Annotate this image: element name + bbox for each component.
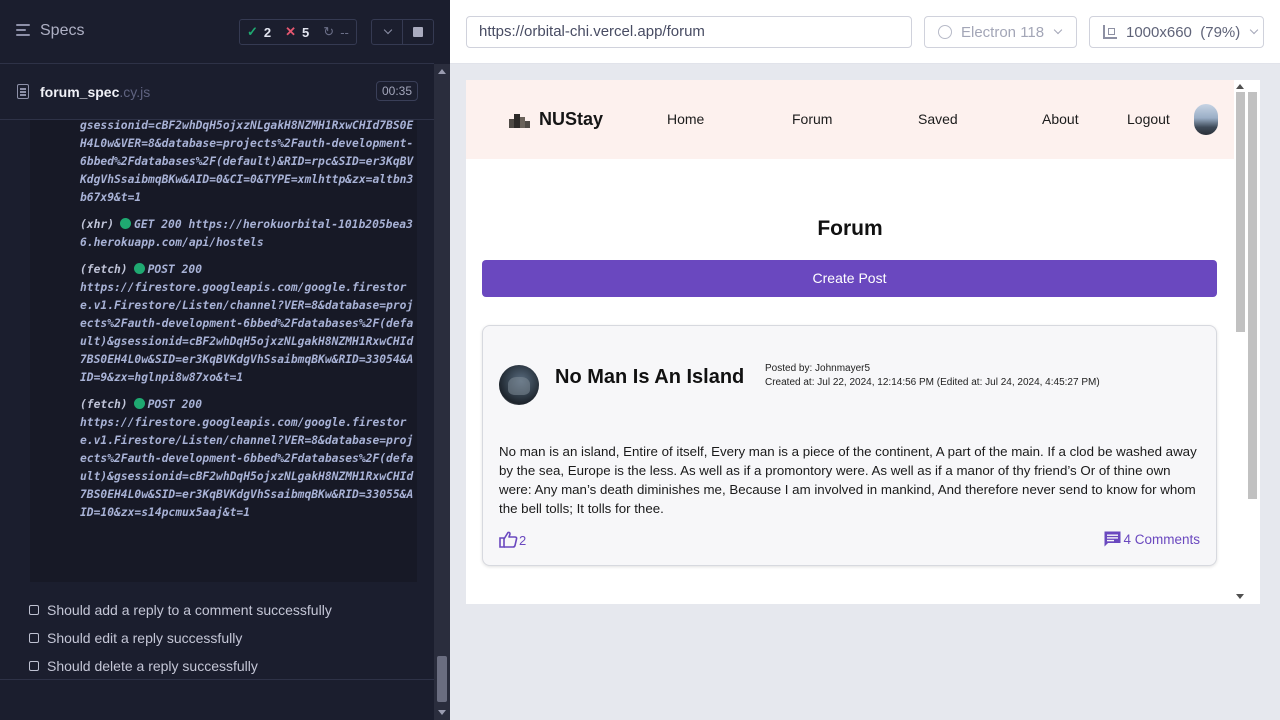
log-status: GET 200 (134, 218, 182, 231)
nav-forum[interactable]: Forum (792, 111, 832, 127)
navbar: NUStay Home Forum Saved About Logout (466, 80, 1234, 159)
author-avatar (499, 365, 539, 405)
logo-icon (509, 112, 530, 128)
scroll-thumb-outer[interactable] (1248, 92, 1257, 499)
like-button[interactable]: 2 (499, 531, 526, 548)
scroll-down-icon[interactable] (1236, 594, 1244, 599)
spec-file-name[interactable]: forum_spec.cy.js (40, 84, 150, 100)
test-list: Should add a reply to a comment successf… (0, 596, 434, 680)
avatar[interactable] (1194, 104, 1218, 135)
reporter-scrollbar[interactable] (434, 64, 450, 720)
scroll-thumb[interactable] (437, 656, 447, 702)
test-item[interactable]: Should add a reply to a comment successf… (0, 596, 434, 624)
scroll-thumb[interactable] (1236, 92, 1245, 332)
pending-icon: ↻ (323, 24, 335, 39)
stop-button[interactable] (402, 20, 433, 44)
spec-duration: 00:35 (376, 81, 419, 101)
scroll-up-icon[interactable] (438, 69, 446, 74)
chevron-down-icon (383, 25, 393, 35)
test-title: Should delete a reply successfully (47, 658, 258, 674)
cypress-reporter: Specs ✓ 2 ✕ 5 ↻ -- forum_spec.cy.js 00:3… (0, 0, 450, 720)
list-icon (16, 24, 32, 38)
test-item[interactable]: Should edit a reply successfully (0, 624, 434, 652)
failed-stat: ✕ 5 (278, 20, 316, 44)
app-frame: NUStay Home Forum Saved About Logout For… (466, 80, 1234, 604)
viewport-size: 1000x660 (79%) (1126, 23, 1241, 41)
collapse-button[interactable] (372, 20, 402, 44)
comments-count: 4 Comments (1123, 531, 1200, 547)
nav-home[interactable]: Home (667, 111, 704, 127)
pending-test-icon (29, 661, 39, 671)
brand[interactable]: NUStay (509, 109, 603, 130)
spec-ext-text: .cy.js (119, 84, 151, 100)
pending-test-icon (29, 633, 39, 643)
test-title: Should edit a reply successfully (47, 630, 243, 646)
divider (0, 679, 434, 680)
spec-bar: forum_spec.cy.js 00:35 (0, 64, 434, 120)
posted-by: Posted by: Johnmayer5 (765, 363, 871, 374)
log-type: (fetch) (80, 263, 128, 276)
passed-count: 2 (263, 24, 272, 40)
stop-icon (413, 27, 423, 37)
specs-label: Specs (40, 22, 85, 39)
browser-selector[interactable]: Electron 118 (924, 16, 1077, 48)
thumbs-up-icon (499, 531, 518, 548)
pending-test-icon (29, 605, 39, 615)
viewport-icon (1103, 25, 1117, 39)
run-controls (371, 19, 434, 45)
create-post-button[interactable]: Create Post (482, 260, 1217, 297)
url-field[interactable]: https://orbital-chi.vercel.app/forum (466, 16, 912, 48)
log-type: (xhr) (80, 218, 115, 231)
browser-name: Electron 118 (961, 23, 1045, 41)
pending-stat: ↻ -- (316, 20, 356, 44)
scroll-up-icon[interactable] (1236, 84, 1244, 89)
comment-icon (1104, 531, 1121, 547)
nav-logout[interactable]: Logout (1127, 111, 1170, 127)
log-entry[interactable]: (xhr) GET 200 https://herokuorbital-101b2… (80, 216, 417, 252)
check-icon: ✓ (247, 24, 258, 39)
log-type: (fetch) (80, 398, 128, 411)
reporter-header: Specs ✓ 2 ✕ 5 ↻ -- (0, 0, 434, 64)
test-item[interactable]: Should delete a reply successfully (0, 652, 434, 680)
brand-name: NUStay (539, 109, 604, 129)
failed-count: 5 (302, 24, 310, 40)
command-log: gsessionid=cBF2whDqH5ojxzNLgakH8NZMH1Rxw… (30, 120, 417, 582)
post-title[interactable]: No Man Is An Island (555, 366, 744, 389)
log-status: POST 200 (147, 263, 203, 276)
viewport-selector[interactable]: 1000x660 (79%) (1089, 16, 1264, 48)
passed-stat: ✓ 2 (240, 20, 278, 44)
log-url: https://firestore.googleapis.com/google.… (80, 281, 414, 384)
log-entry[interactable]: (fetch) POST 200 https://firestore.google… (80, 396, 417, 522)
x-icon: ✕ (285, 24, 297, 39)
chevron-down-icon (1250, 25, 1259, 35)
test-stats: ✓ 2 ✕ 5 ↻ -- (239, 19, 357, 45)
nav-saved[interactable]: Saved (918, 111, 958, 127)
status-dot-icon (133, 263, 145, 274)
specs-button[interactable]: Specs (16, 22, 84, 40)
post-card[interactable]: No Man Is An Island Posted by: Johnmayer… (482, 325, 1217, 566)
post-meta: Posted by: Johnmayer5 Created at: Jul 22… (765, 362, 1100, 390)
page-title: Forum (817, 217, 883, 240)
log-entry[interactable]: (fetch) POST 200 https://firestore.google… (80, 261, 417, 387)
spec-name-text: forum_spec (40, 84, 120, 100)
log-list: gsessionid=cBF2whDqH5ojxzNLgakH8NZMH1Rxw… (80, 120, 417, 522)
file-icon (17, 84, 29, 99)
chevron-down-icon (1053, 25, 1063, 35)
comments-button[interactable]: 4 Comments (1104, 531, 1200, 547)
like-count: 2 (519, 533, 527, 548)
nav-about[interactable]: About (1042, 111, 1079, 127)
log-status: POST 200 (147, 398, 203, 411)
test-title: Should add a reply to a comment successf… (47, 602, 332, 618)
log-url: https://firestore.googleapis.com/google.… (80, 416, 414, 519)
electron-icon (938, 25, 952, 39)
browser-toolbar: https://orbital-chi.vercel.app/forum Ele… (450, 0, 1280, 64)
scroll-down-icon[interactable] (438, 710, 446, 715)
log-url-fragment: gsessionid=cBF2whDqH5ojxzNLgakH8NZMH1Rxw… (80, 120, 414, 204)
status-dot-icon (120, 218, 132, 229)
post-body: No man is an island, Entire of itself, E… (499, 444, 1197, 516)
created-at: Created at: Jul 22, 2024, 12:14:56 PM (E… (765, 377, 1100, 388)
status-dot-icon (133, 398, 145, 409)
pending-count: -- (340, 24, 349, 40)
